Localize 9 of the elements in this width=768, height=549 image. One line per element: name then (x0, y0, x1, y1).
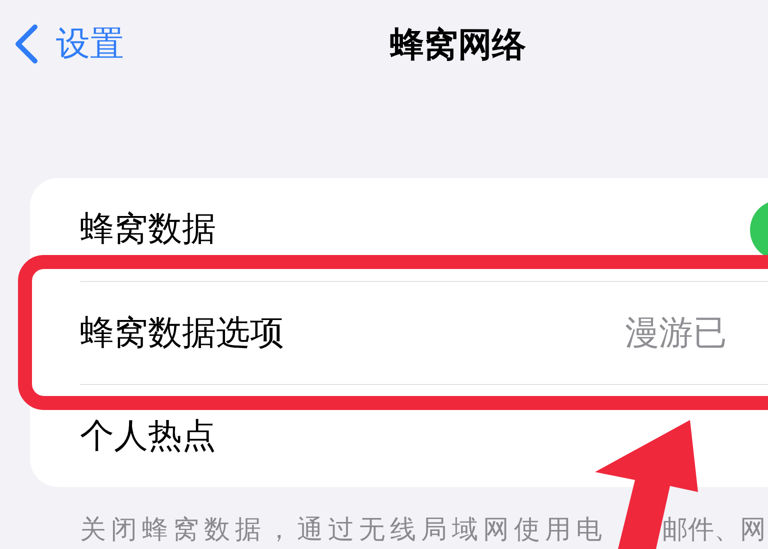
footer-text: 邮件、网 (662, 514, 766, 547)
row-value[interactable]: 漫游已 (625, 308, 768, 358)
footer-text: 关闭蜂窝数据，通过无线局域网使用电 (80, 514, 608, 547)
back-chevron-icon (14, 24, 38, 64)
row-label: 蜂窝数据选项 (80, 312, 285, 354)
back-button[interactable]: 设置 (14, 18, 124, 70)
row-label: 个人热点 (80, 414, 217, 458)
row-label: 蜂窝数据 (80, 208, 217, 251)
page-title: 蜂窝网络 (390, 24, 526, 67)
